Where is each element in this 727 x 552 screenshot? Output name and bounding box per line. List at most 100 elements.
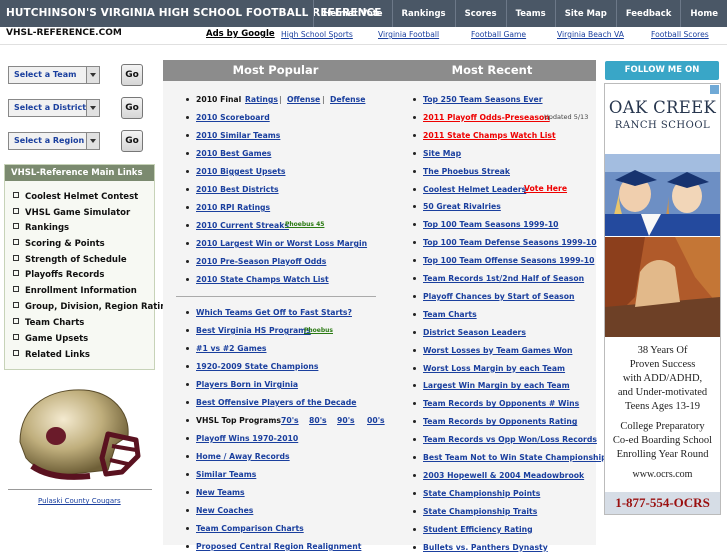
recent-link[interactable]: 2011 State Champs Watch List [423,131,556,140]
helmet-caption[interactable]: Pulaski County Cougars [38,497,121,505]
recent-link[interactable]: 2003 Hopewell & 2004 Meadowbrook [423,471,584,480]
nav-home[interactable]: Home [680,0,727,27]
recent-link[interactable]: State Championship Points [423,489,540,498]
phoebus-badge[interactable]: Phoebus [304,327,333,334]
popular-link[interactable]: Home / Away Records [196,452,290,461]
popular-final-ratings-link[interactable]: Ratings [245,95,278,104]
chevron-down-icon[interactable] [86,133,99,149]
ads-by-google-label[interactable]: Ads by Google [206,29,275,39]
oak-creek-ad[interactable]: OAK CREEK RANCH SCHOOL 38 Years Of Prove… [604,83,721,515]
popular-link[interactable]: #1 vs #2 Games [196,344,267,353]
nav-feedback[interactable]: Feedback [615,0,681,27]
popular-link[interactable]: 2010 Best Districts [196,185,279,194]
nav-helmet-vote[interactable]: Helmet Vote [313,0,391,27]
main-link-enrollment[interactable]: Enrollment Information [13,286,137,296]
recent-link[interactable]: Worst Losses by Team Games Won [423,346,572,355]
main-link-helmet-contest[interactable]: Coolest Helmet Contest [13,192,138,202]
recent-link[interactable]: Top 100 Team Seasons 1999-10 [423,220,559,229]
region-select[interactable]: Select a Region [8,132,100,150]
main-link-scoring[interactable]: Scoring & Points [13,239,105,249]
top-programs-decade-link[interactable]: 80's [309,416,327,425]
popular-link[interactable]: New Teams [196,488,245,497]
recent-link[interactable]: Top 100 Team Defense Seasons 1999-10 [423,238,597,247]
popular-link[interactable]: 2010 Largest Win or Worst Loss Margin [196,239,367,248]
phoebus-badge[interactable]: Phoebus 45 [285,221,324,228]
recent-link[interactable]: Team Records vs Opp Won/Loss Records [423,435,597,444]
popular-link[interactable]: 2010 Pre-Season Playoff Odds [196,257,326,266]
popular-link[interactable]: Players Born in Virginia [196,380,298,389]
popular-link[interactable]: 2010 Current Streaks [196,221,289,230]
popular-final-defense-link[interactable]: Defense [330,95,365,104]
recent-link[interactable]: State Championship Traits [423,507,537,516]
nav-rankings[interactable]: Rankings [391,0,455,27]
recent-link[interactable]: Team Charts [423,310,477,319]
recent-link[interactable]: Bullets vs. Panthers Dynasty [423,543,548,552]
nav-teams[interactable]: Teams [505,0,555,27]
recent-link[interactable]: 50 Great Rivalries [423,202,501,211]
top-programs-decade-link[interactable]: 90's [337,416,355,425]
popular-link[interactable]: Best Offensive Players of the Decade [196,398,356,407]
recent-link[interactable]: Student Efficiency Rating [423,525,533,534]
popular-link[interactable]: 2010 Similar Teams [196,131,280,140]
ad-link-football-scores[interactable]: Football Scores [651,30,709,39]
popular-link[interactable]: Proposed Central Region Realignment [196,542,361,551]
ad-link-high-school-sports[interactable]: High School Sports [281,30,353,39]
top-programs-decade-link[interactable]: 70's [281,416,299,425]
popular-link[interactable]: 2010 RPI Ratings [196,203,270,212]
vote-here-link[interactable]: Vote Here [524,184,567,193]
chevron-down-icon[interactable] [86,100,99,116]
recent-link[interactable]: Site Map [423,149,461,158]
recent-link[interactable]: Team Records by Opponents # Wins [423,399,579,408]
main-link-related-links[interactable]: Related Links [13,350,90,360]
main-link-game-simulator[interactable]: VHSL Game Simulator [13,208,130,218]
team-go-button[interactable]: Go [121,64,143,86]
main-link-playoffs-records[interactable]: Playoffs Records [13,270,104,280]
team-helmet-image[interactable] [12,384,142,484]
ad-link-virginia-football[interactable]: Virginia Football [378,30,439,39]
recent-link[interactable]: Playoff Chances by Start of Season [423,292,575,301]
popular-link[interactable]: Team Comparison Charts [196,524,304,533]
recent-link[interactable]: 2011 Playoff Odds-Preseason [423,113,550,122]
popular-link[interactable]: 2010 State Champs Watch List [196,275,329,284]
recent-link[interactable]: District Season Leaders [423,328,526,337]
popular-2010-final-label: 2010 Final [196,95,242,104]
ad-choices-icon[interactable] [710,85,719,94]
top-programs-decade-link[interactable]: 00's [367,416,385,425]
main-link-rankings[interactable]: Rankings [13,223,69,233]
recent-link[interactable]: Top 250 Team Seasons Ever [423,95,543,104]
main-link-strength-of-schedule[interactable]: Strength of Schedule [13,255,127,265]
popular-link[interactable]: Similar Teams [196,470,256,479]
recent-link[interactable]: Top 100 Team Offense Seasons 1999-10 [423,256,594,265]
popular-link[interactable]: 2010 Biggest Upsets [196,167,286,176]
district-select[interactable]: Select a District [8,99,100,117]
main-link-ratings[interactable]: Group, Division, Region Ratings [13,302,177,312]
recent-link[interactable]: Largest Win Margin by each Team [423,381,570,390]
recent-link[interactable]: Team Records by Opponents Rating [423,417,577,426]
nav-site-map[interactable]: Site Map [554,0,616,27]
popular-link[interactable]: New Coaches [196,506,253,515]
ad-link-virginia-beach[interactable]: Virginia Beach VA [557,30,624,39]
district-go-button[interactable]: Go [121,97,143,119]
region-go-button[interactable]: Go [121,130,143,152]
recent-link[interactable]: Team Records 1st/2nd Half of Season [423,274,584,283]
main-link-game-upsets[interactable]: Game Upsets [13,334,88,344]
twitter-follow-button[interactable]: FOLLOW ME ON twitter [605,61,719,96]
popular-link[interactable]: 1920-2009 State Champions [196,362,318,371]
chevron-down-icon[interactable] [86,67,99,83]
popular-link[interactable]: 2010 Scoreboard [196,113,270,122]
nav-scores[interactable]: Scores [454,0,506,27]
recent-link[interactable]: Worst Loss Margin by each Team [423,364,565,373]
popular-final-offense-link[interactable]: Offense [287,95,320,104]
ad-url: www.ocrs.com [632,469,693,480]
recent-link[interactable]: The Phoebus Streak [423,167,510,176]
ad-copy-line-2: Proven Success [629,359,696,370]
popular-link[interactable]: 2010 Best Games [196,149,271,158]
popular-link[interactable]: Which Teams Get Off to Fast Starts? [196,308,352,317]
team-select[interactable]: Select a Team [8,66,100,84]
popular-link[interactable]: Best Virginia HS Programs [196,326,311,335]
recent-link[interactable]: Best Team Not to Win State Championship [423,453,607,462]
main-link-team-charts[interactable]: Team Charts [13,318,84,328]
ad-link-football-game[interactable]: Football Game [471,30,526,39]
popular-link[interactable]: Playoff Wins 1970-2010 [196,434,298,443]
recent-link[interactable]: Coolest Helmet Leaders [423,185,526,194]
